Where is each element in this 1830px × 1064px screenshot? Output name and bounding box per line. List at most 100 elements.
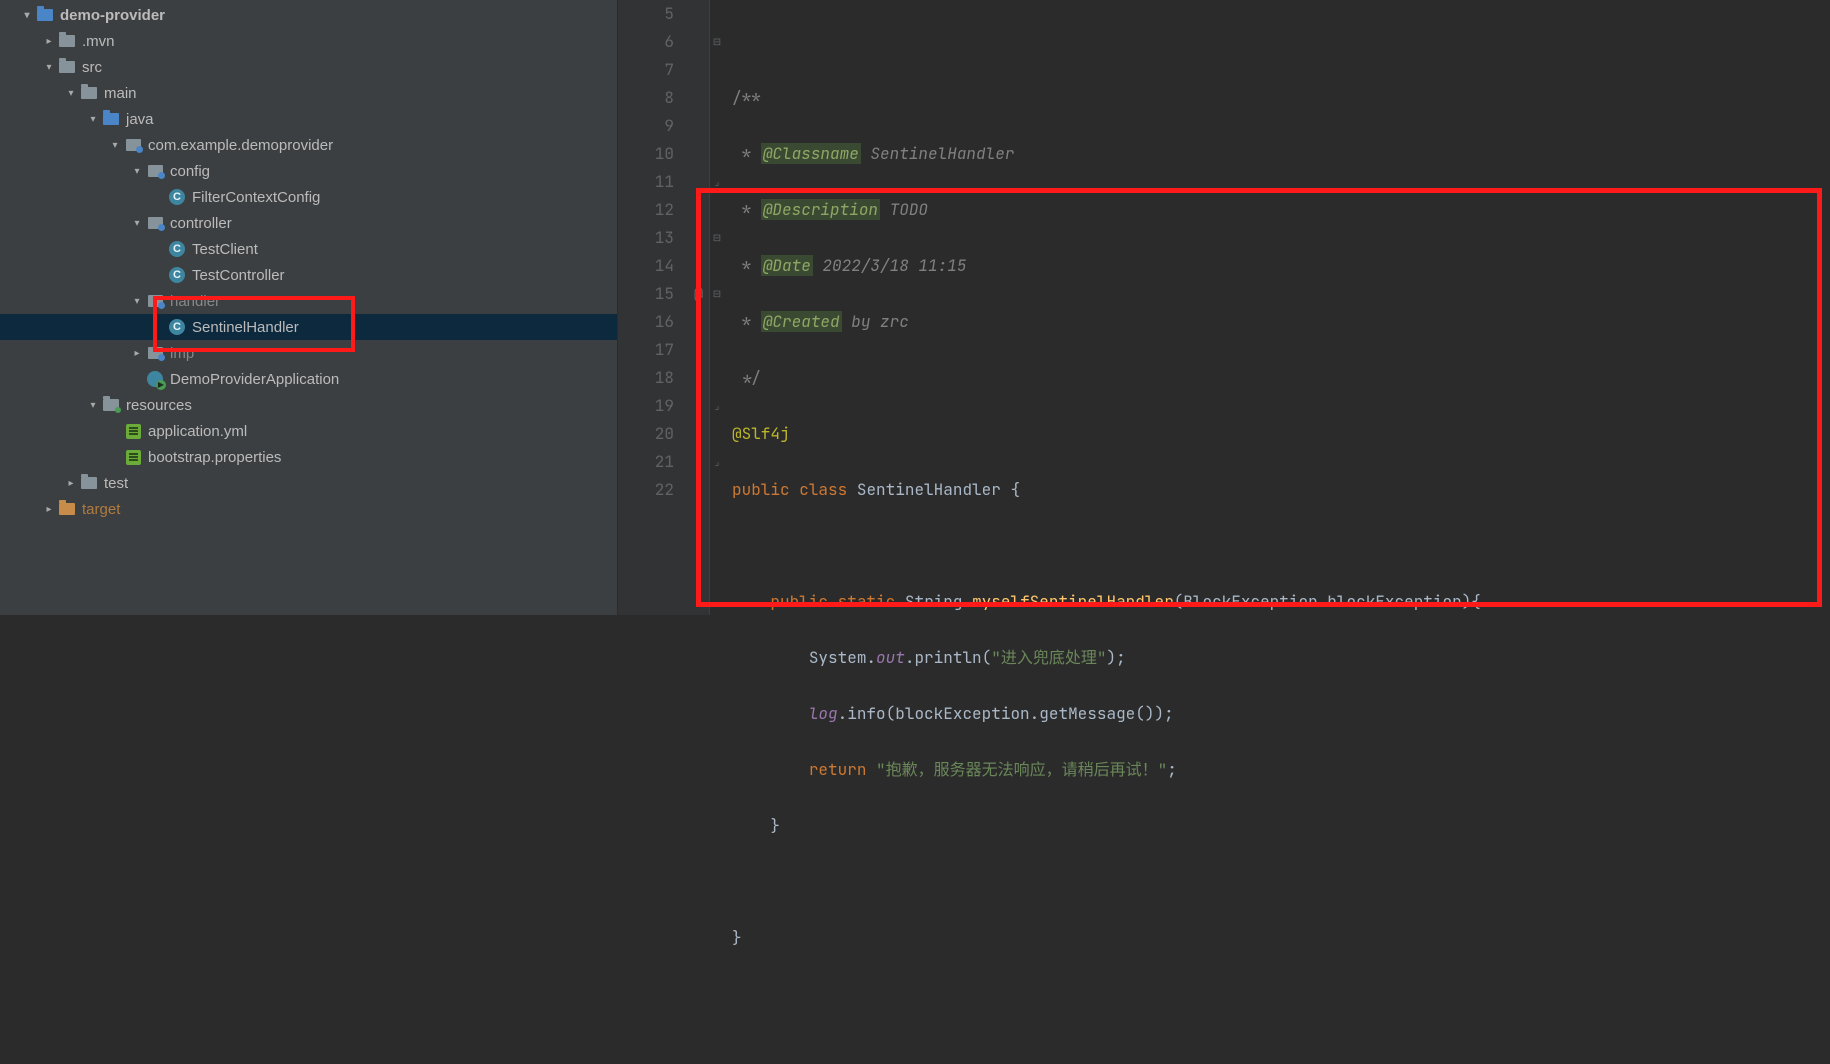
folder-icon	[59, 35, 75, 47]
tree-label: DemoProviderApplication	[170, 371, 339, 388]
tree-label: src	[82, 59, 102, 76]
folder-icon	[59, 61, 75, 73]
tree-label: test	[104, 475, 128, 492]
chevron-down-icon[interactable]: ▾	[128, 218, 146, 229]
tree-node-package[interactable]: ▾ com.example.demoprovider	[0, 132, 617, 158]
tree-node-sentinelhandler[interactable]: · C SentinelHandler	[0, 314, 617, 340]
chevron-down-icon[interactable]: ▾	[106, 140, 124, 151]
chevron-down-icon[interactable]: ▾	[40, 62, 58, 73]
spring-app-icon	[147, 371, 163, 387]
tree-node-imp[interactable]: ▸ imp	[0, 340, 617, 366]
tree-node-testclient[interactable]: · C TestClient	[0, 236, 617, 262]
tree-node-bootstrap-properties[interactable]: · bootstrap.properties	[0, 444, 617, 470]
method-name: myselfSentinelHandler	[972, 591, 1174, 612]
class-icon: C	[169, 189, 185, 205]
package-icon	[148, 295, 163, 307]
class-icon: C	[169, 267, 185, 283]
chevron-right-icon[interactable]: ▸	[62, 478, 80, 489]
fold-end-icon[interactable]: ⌟	[710, 392, 724, 420]
class-name: SentinelHandler	[857, 479, 1001, 500]
folder-icon	[81, 87, 97, 99]
package-icon	[148, 165, 163, 177]
javadoc-value: by zrc	[842, 311, 909, 332]
javadoc-open: /**	[732, 87, 761, 108]
fold-gutter[interactable]: ⊟ ⌟ ⊟ ⊟ ⌟ ⌟	[710, 0, 724, 615]
tree-node-handler[interactable]: ▾ handler	[0, 288, 617, 314]
tree-label: FilterContextConfig	[192, 189, 320, 206]
tree-label: controller	[170, 215, 232, 232]
tree-label: bootstrap.properties	[148, 449, 281, 466]
source-folder-icon	[103, 113, 119, 125]
chevron-down-icon[interactable]: ▾	[128, 296, 146, 307]
resources-folder-icon	[103, 399, 119, 411]
javadoc-tag: @Date	[761, 255, 813, 276]
yaml-file-icon	[126, 424, 141, 439]
code-editor[interactable]: 5 6 7 8 9 10 11 12 13 14 15 16 17 18 19 …	[618, 0, 1830, 615]
string-literal: "进入兜底处理"	[991, 647, 1106, 668]
javadoc-tag: @Created	[761, 311, 842, 332]
javadoc-value: TODO	[880, 199, 928, 220]
tree-label: imp	[170, 345, 194, 362]
chevron-down-icon[interactable]: ▾	[62, 88, 80, 99]
fold-start-icon[interactable]: ⊟	[710, 28, 724, 56]
tree-label: java	[126, 111, 154, 128]
tree-node-target[interactable]: ▸ target	[0, 496, 617, 522]
folder-icon	[81, 477, 97, 489]
javadoc-close: */	[732, 367, 761, 388]
chevron-right-icon[interactable]: ▸	[40, 36, 58, 47]
chevron-down-icon[interactable]: ▾	[84, 400, 102, 411]
tree-label: resources	[126, 397, 192, 414]
package-icon	[126, 139, 141, 151]
javadoc-value: SentinelHandler	[861, 143, 1015, 164]
chevron-down-icon[interactable]: ▾	[84, 114, 102, 125]
tree-label: TestClient	[192, 241, 258, 258]
tree-label: demo-provider	[60, 7, 165, 24]
tree-label: handler	[170, 293, 220, 310]
class-icon: C	[169, 241, 185, 257]
override-marker-icon: @	[688, 280, 709, 308]
tree-node-application-yml[interactable]: · application.yml	[0, 418, 617, 444]
tree-label: .mvn	[82, 33, 115, 50]
tree-label: SentinelHandler	[192, 319, 299, 336]
tree-node-filtercontextconfig[interactable]: · C FilterContextConfig	[0, 184, 617, 210]
tree-node-test[interactable]: ▸ test	[0, 470, 617, 496]
tree-node-config[interactable]: ▾ config	[0, 158, 617, 184]
tree-node-src[interactable]: ▾ src	[0, 54, 617, 80]
tree-node-mvn[interactable]: ▸ .mvn	[0, 28, 617, 54]
javadoc-tag: @Classname	[761, 143, 861, 164]
tree-label: application.yml	[148, 423, 247, 440]
tree-node-main[interactable]: ▾ main	[0, 80, 617, 106]
chevron-right-icon[interactable]: ▸	[40, 504, 58, 515]
code-area[interactable]: /** * @Classname SentinelHandler * @Desc…	[724, 0, 1830, 615]
target-folder-icon	[59, 503, 75, 515]
tree-label: target	[82, 501, 120, 518]
class-icon: C	[169, 319, 185, 335]
module-icon	[37, 9, 53, 21]
javadoc-tag: @Description	[761, 199, 880, 220]
annotation: @Slf4j	[732, 423, 790, 444]
chevron-down-icon[interactable]: ▾	[128, 166, 146, 177]
marker-gutter: @	[688, 0, 710, 615]
tree-label: TestController	[192, 267, 285, 284]
fold-end-icon[interactable]: ⌟	[710, 168, 724, 196]
tree-node-testcontroller[interactable]: · C TestController	[0, 262, 617, 288]
fold-start-icon[interactable]: ⊟	[710, 224, 724, 252]
tree-label: main	[104, 85, 137, 102]
javadoc-value: 2022/3/18 11:15	[813, 255, 967, 276]
chevron-right-icon[interactable]: ▸	[128, 348, 146, 359]
fold-start-icon[interactable]: ⊟	[710, 280, 724, 308]
chevron-down-icon[interactable]: ▾	[18, 10, 36, 21]
tree-node-resources[interactable]: ▾ resources	[0, 392, 617, 418]
fold-end-icon[interactable]: ⌟	[710, 448, 724, 476]
tree-node-controller[interactable]: ▾ controller	[0, 210, 617, 236]
package-icon	[148, 347, 163, 359]
tree-node-demo-provider[interactable]: ▾ demo-provider	[0, 2, 617, 28]
string-literal: "抱歉，服务器无法响应，请稍后再试！"	[876, 759, 1167, 780]
tree-node-demoproviderapp[interactable]: · DemoProviderApplication	[0, 366, 617, 392]
tree-label: com.example.demoprovider	[148, 137, 333, 154]
package-icon	[148, 217, 163, 229]
project-tree[interactable]: ▾ demo-provider ▸ .mvn ▾ src ▾ main ▾ ja…	[0, 0, 618, 615]
tree-node-java[interactable]: ▾ java	[0, 106, 617, 132]
tree-label: config	[170, 163, 210, 180]
line-number-gutter: 5 6 7 8 9 10 11 12 13 14 15 16 17 18 19 …	[618, 0, 688, 615]
